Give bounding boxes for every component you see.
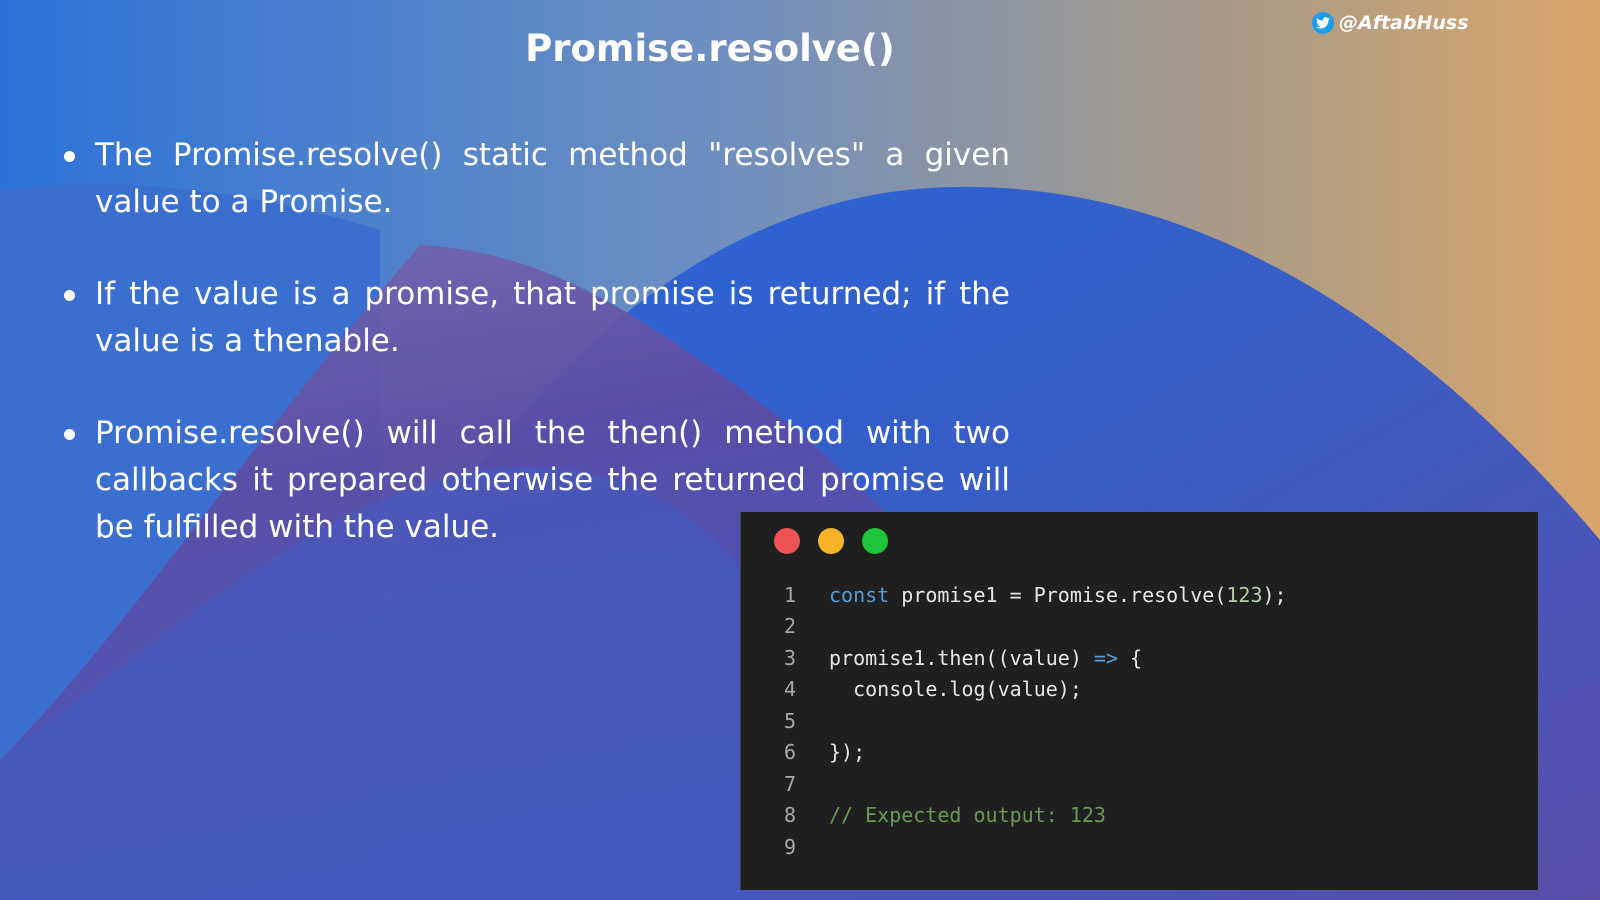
code-line: 4 console.log(value); bbox=[741, 674, 1287, 706]
close-dot bbox=[774, 528, 800, 554]
code-line: 1 const promise1 = Promise.resolve(123); bbox=[741, 579, 1287, 611]
window-controls bbox=[774, 528, 888, 554]
slide-title: Promise.resolve() bbox=[525, 27, 895, 70]
code-line: 3 promise1.then((value) => { bbox=[741, 642, 1287, 674]
code-window: 1 const promise1 = Promise.resolve(123);… bbox=[740, 512, 1538, 890]
code-line: 2 bbox=[741, 611, 1287, 643]
code-comment: // Expected output: 123 bbox=[829, 803, 1106, 828]
code-line: 7 bbox=[741, 768, 1287, 800]
code-text: console.log(value); bbox=[829, 677, 1082, 702]
line-number: 2 bbox=[783, 614, 796, 639]
line-number: 1 bbox=[783, 582, 796, 607]
twitter-bird-icon bbox=[1312, 12, 1334, 34]
code-text: }); bbox=[829, 740, 866, 765]
twitter-handle[interactable]: @AftabHuss bbox=[1312, 12, 1469, 34]
minimize-dot bbox=[818, 528, 844, 554]
code-line: 9 bbox=[741, 831, 1287, 863]
code-line: 8 // Expected output: 123 bbox=[741, 800, 1287, 832]
line-number: 5 bbox=[783, 708, 796, 733]
code-text: const promise1 = Promise.resolve(123); bbox=[829, 582, 1287, 607]
line-number: 6 bbox=[783, 740, 796, 765]
line-number: 8 bbox=[783, 803, 796, 828]
maximize-dot bbox=[862, 528, 888, 554]
code-line: 5 bbox=[741, 705, 1287, 737]
code-text: promise1.then((value) => { bbox=[829, 645, 1143, 670]
line-number: 3 bbox=[783, 645, 796, 670]
code-line: 6 }); bbox=[741, 737, 1287, 769]
bullet-item: The Promise.resolve() static method "res… bbox=[60, 132, 1010, 226]
line-number: 7 bbox=[783, 771, 796, 796]
bullet-item: If the value is a promise, that promise … bbox=[60, 271, 1010, 365]
line-number: 4 bbox=[783, 677, 796, 702]
code-block: 1 const promise1 = Promise.resolve(123);… bbox=[741, 579, 1287, 863]
twitter-handle-text: @AftabHuss bbox=[1339, 12, 1469, 34]
line-number: 9 bbox=[783, 834, 796, 859]
